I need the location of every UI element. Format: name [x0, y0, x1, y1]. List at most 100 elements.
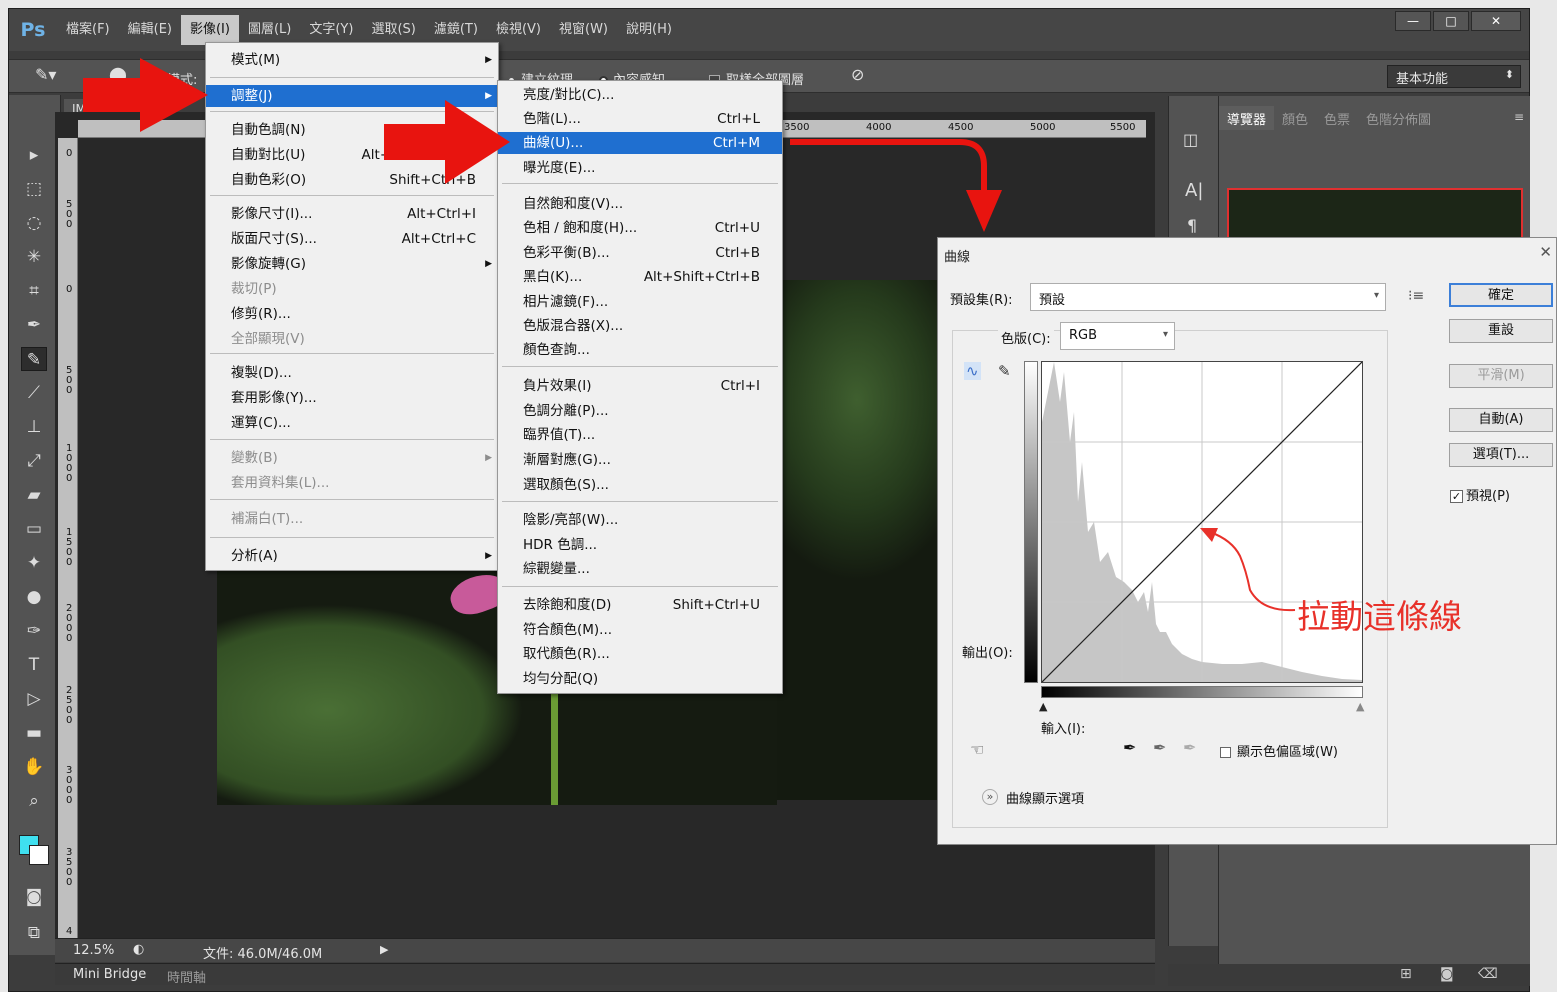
adjustments-menu-item[interactable]: 色相 / 飽和度(H)... Ctrl+U	[498, 217, 782, 239]
tab-mini-bridge[interactable]: Mini Bridge	[73, 967, 146, 982]
quick-mask-icon[interactable]: ◙	[21, 885, 47, 909]
ok-button[interactable]: 確定	[1449, 283, 1553, 307]
brush-tool-icon[interactable]: ⟋	[21, 381, 47, 405]
adjustments-menu-item[interactable]: 色版混合器(X)...	[498, 315, 782, 337]
expand-icon[interactable]: »	[982, 789, 998, 805]
image-menu-item[interactable]: 全部顯現(V)	[206, 328, 498, 350]
reset-button[interactable]: 重設	[1449, 319, 1553, 343]
move-tool-icon[interactable]: ▸	[21, 143, 47, 167]
adjustments-menu-item[interactable]: 黑白(K)... Alt+Shift+Ctrl+B	[498, 266, 782, 288]
image-menu-item[interactable]: 裁切(P)	[206, 278, 498, 300]
adjustments-menu-item[interactable]: 色階(L)... Ctrl+L	[498, 108, 782, 130]
smooth-button[interactable]: 平滑(M)	[1449, 364, 1553, 388]
menu-help[interactable]: 說明(H)	[617, 15, 681, 45]
preview-option[interactable]: ✓ 預視(P)	[1450, 485, 1510, 504]
menu-window[interactable]: 視窗(W)	[550, 15, 617, 45]
image-menu-item[interactable]: 修剪(R)...	[206, 303, 498, 325]
blur-tool-icon[interactable]: ✦	[21, 551, 47, 575]
zoom-tool-icon[interactable]: ⌕	[21, 789, 47, 813]
menu-image[interactable]: 影像(I)	[180, 15, 239, 45]
image-menu-item[interactable]: 影像尺寸(I)... Alt+Ctrl+I	[206, 203, 498, 225]
black-point-slider-icon[interactable]: ▲	[1039, 700, 1047, 713]
gray-eyedropper-icon[interactable]: ✒	[1153, 738, 1166, 757]
preset-options-icon[interactable]: ⁝≡	[1408, 288, 1424, 304]
image-menu-item[interactable]: 版面尺寸(S)... Alt+Ctrl+C	[206, 228, 498, 250]
status-info-icon[interactable]: ◐	[133, 942, 144, 957]
history-brush-tool-icon[interactable]: ⤢	[21, 449, 47, 473]
brush-size-icon[interactable]: ⬤	[109, 65, 127, 84]
adjustments-menu-item[interactable]: 曲線(U)... Ctrl+M	[498, 132, 782, 154]
paragraph-panel-icon[interactable]: ¶	[1187, 216, 1197, 235]
image-menu-item[interactable]: 自動色彩(O) Shift+Ctrl+B	[206, 169, 498, 191]
image-menu-item[interactable]: 調整(J) ▶	[206, 85, 498, 107]
marquee-tool-icon[interactable]: ⬚	[21, 177, 47, 201]
adjustments-menu-item[interactable]: 亮度/對比(C)...	[498, 84, 782, 106]
maximize-button[interactable]: □	[1433, 11, 1469, 31]
black-eyedropper-icon[interactable]: ✒	[1123, 738, 1136, 757]
camera-icon[interactable]: ◙	[1440, 966, 1454, 982]
workspace-select[interactable]: 基本功能 ⬍	[1387, 65, 1521, 88]
eraser-tool-icon[interactable]: ▰	[21, 483, 47, 507]
options-button[interactable]: 選項(T)...	[1449, 443, 1553, 467]
menu-layer[interactable]: 圖層(L)	[239, 15, 300, 45]
image-menu-item[interactable]: 影像旋轉(G) ▶	[206, 253, 498, 275]
navigator-panel-icon[interactable]: ◫	[1183, 130, 1198, 149]
adjustments-menu-item[interactable]: 去除飽和度(D) Shift+Ctrl+U	[498, 594, 782, 616]
tab-navigator[interactable]: 導覽器	[1219, 106, 1275, 130]
adjustments-menu-item[interactable]: 綜觀變量...	[498, 558, 782, 580]
pencil-icon[interactable]: ✎	[998, 362, 1011, 380]
white-eyedropper-icon[interactable]: ✒	[1183, 738, 1196, 757]
minimize-button[interactable]: —	[1395, 11, 1431, 31]
path-selection-tool-icon[interactable]: ▷	[21, 687, 47, 711]
white-point-slider-icon[interactable]: ▲	[1356, 700, 1364, 713]
image-menu-item[interactable]: 模式(M) ▶	[206, 49, 498, 71]
lotus-photo-right[interactable]	[777, 280, 939, 800]
menu-filter[interactable]: 濾鏡(T)	[425, 15, 487, 45]
adjustments-menu-item[interactable]: 顏色查詢...	[498, 339, 782, 361]
channel-select[interactable]: RGB ▾	[1060, 322, 1175, 350]
adjustments-menu-item[interactable]: 相片濾鏡(F)...	[498, 291, 782, 313]
screen-mode-icon[interactable]: ⧉	[21, 921, 47, 945]
new-layer-icon[interactable]: ⊞	[1400, 966, 1412, 982]
image-menu-item[interactable]: 分析(A) ▶	[206, 545, 498, 567]
image-menu-item[interactable]: 複製(D)...	[206, 362, 498, 384]
adjustments-menu-item[interactable]: 負片效果(I) Ctrl+I	[498, 375, 782, 397]
target-adjust-hand-icon[interactable]: ☜	[970, 740, 984, 759]
type-tool-icon[interactable]: T	[21, 653, 47, 677]
menu-view[interactable]: 檢視(V)	[487, 15, 550, 45]
pen-tool-icon[interactable]: ✑	[21, 619, 47, 643]
preset-select[interactable]: 預設 ▾	[1030, 283, 1386, 311]
image-menu-item[interactable]: 變數(B) ▶	[206, 447, 498, 469]
image-menu-item[interactable]: 自動對比(U) Alt+Shift+Ctrl+L	[206, 144, 498, 166]
auto-button[interactable]: 自動(A)	[1449, 408, 1553, 432]
adjustments-menu-item[interactable]: 取代顏色(R)...	[498, 643, 782, 665]
gradient-tool-icon[interactable]: ▭	[21, 517, 47, 541]
healing-brush-icon[interactable]: ✎▾	[35, 65, 56, 84]
adjustments-menu-item[interactable]: 色調分離(P)...	[498, 400, 782, 422]
pressure-icon[interactable]: ⊘	[851, 65, 864, 84]
adjustments-menu-item[interactable]: 漸層對應(G)...	[498, 449, 782, 471]
adjustments-menu-item[interactable]: 陰影/亮部(W)...	[498, 509, 782, 531]
image-menu-item[interactable]: 套用資料集(L)...	[206, 472, 498, 494]
adjustments-menu-item[interactable]: 選取顏色(S)...	[498, 474, 782, 496]
curve-edit-icon[interactable]: ∿	[964, 362, 981, 380]
image-menu-item[interactable]: 補漏白(T)...	[206, 508, 498, 530]
image-menu-item[interactable]: 套用影像(Y)...	[206, 387, 498, 409]
adjustments-menu-item[interactable]: 符合顏色(M)...	[498, 619, 782, 641]
adjustments-menu-item[interactable]: HDR 色調...	[498, 534, 782, 556]
adjustments-menu-item[interactable]: 自然飽和度(V)...	[498, 193, 782, 215]
tab-color[interactable]: 顏色	[1274, 106, 1316, 130]
lasso-tool-icon[interactable]: ◌	[21, 211, 47, 235]
menu-select[interactable]: 選取(S)	[362, 15, 424, 45]
menu-file[interactable]: 檔案(F)	[57, 15, 119, 45]
menu-type[interactable]: 文字(Y)	[300, 15, 362, 45]
character-panel-icon[interactable]: A|	[1185, 180, 1203, 201]
stamp-tool-icon[interactable]: ⊥	[21, 415, 47, 439]
close-icon[interactable]: ✕	[1539, 243, 1552, 261]
image-menu-item[interactable]: 自動色調(N) Shift+Ctrl+L	[206, 119, 498, 141]
show-clipping-option[interactable]: 顯示色偏區域(W)	[1220, 741, 1338, 760]
tab-swatches[interactable]: 色票	[1316, 106, 1358, 130]
zoom-level[interactable]: 12.5%	[73, 943, 114, 958]
shape-tool-icon[interactable]: ▬	[21, 721, 47, 745]
adjustments-menu-item[interactable]: 臨界值(T)...	[498, 424, 782, 446]
